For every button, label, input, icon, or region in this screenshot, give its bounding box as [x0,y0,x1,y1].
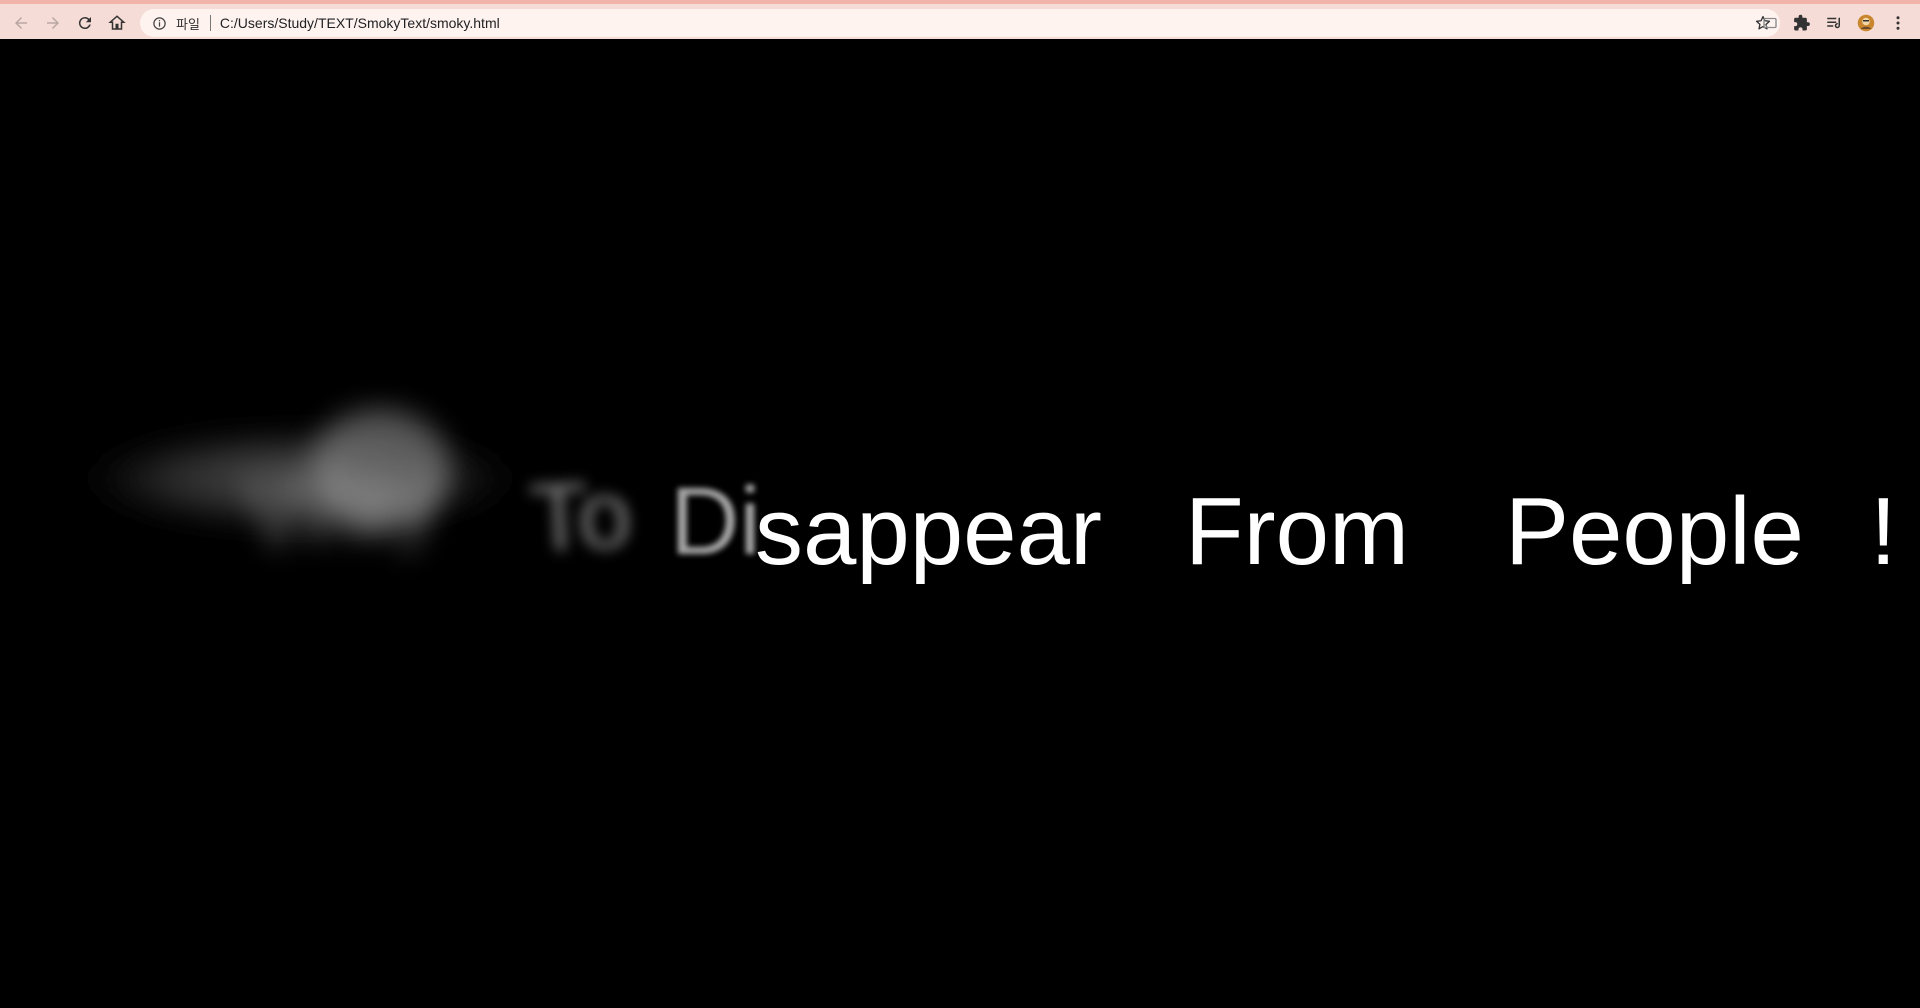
smoky-text: Way To Di sappear From People ! [60,409,1897,585]
word-exclamation: ! [1870,478,1897,585]
address-chip[interactable]: 파일 [176,14,200,33]
menu-icon[interactable] [1885,10,1911,36]
url-text[interactable]: C:/Users/Study/TEXT/SmokyText/smoky.html [220,15,500,31]
blurred-word-way: Way [245,444,444,570]
profile-avatar[interactable] [1853,10,1879,36]
word-sappear: sappear [755,478,1102,585]
cast-icon[interactable] [1757,10,1783,36]
extensions-icon[interactable] [1789,10,1815,36]
forward-icon[interactable] [40,10,66,36]
address-separator [209,15,211,31]
home-icon[interactable] [104,10,130,36]
browser-toolbar: 파일 C:/Users/Study/TEXT/SmokyText/smoky.h… [0,0,1920,39]
blurred-word-to: To [527,460,634,572]
back-icon[interactable] [8,10,34,36]
address-bar[interactable]: 파일 C:/Users/Study/TEXT/SmokyText/smoky.h… [140,9,1780,37]
word-from: From [1185,478,1409,585]
blurred-word-di: Di [670,468,761,575]
reload-icon[interactable] [72,10,98,36]
reading-list-icon[interactable] [1821,10,1847,36]
page-content: Way To Di sappear From People ! [0,39,1920,1008]
word-people: People [1505,478,1804,585]
info-icon[interactable] [150,14,168,32]
